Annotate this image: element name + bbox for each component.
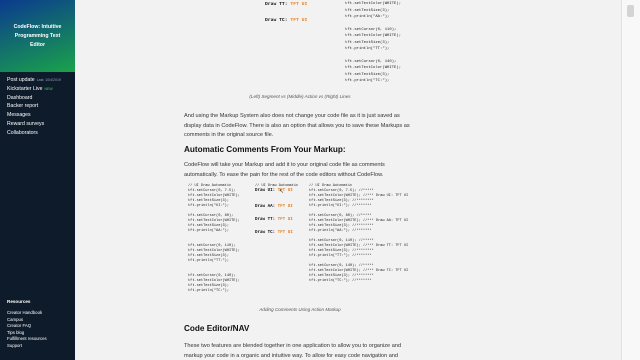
nav-messages[interactable]: Messages [7, 111, 73, 120]
draw-label: UI: [267, 189, 276, 193]
code-line: tft.println("TC:"); [345, 79, 390, 84]
draw-tc: Draw TC: TFT UI [265, 18, 307, 23]
code-line: tft.println("TC:"); [188, 289, 229, 293]
nav-kickstarter-live[interactable]: Kickstarter Live NEW [7, 85, 73, 94]
cursor-icon: ↖ [279, 189, 285, 195]
mid-draw-ui: Draw UI: TFT UI [255, 189, 293, 193]
nav-post-update-label: Post update [7, 77, 35, 83]
draw-label: AA: [267, 205, 276, 209]
code-line: tft.setTextColor(WHITE); [345, 66, 402, 71]
paragraph-codeflow-comments: CodeFlow will take your Markup and add i… [184, 162, 385, 178]
resource-campus[interactable]: Campus [7, 317, 73, 324]
page-scrollbar[interactable] [621, 0, 640, 360]
draw-cmd: Draw [265, 18, 277, 23]
paragraph-markup: And using the Markup System also does no… [184, 113, 410, 139]
comments-figure-caption: Adding Comments Using Action Markup [259, 307, 341, 312]
top-code-block: tft.setCursor(0, 80);tft.setTextColor(WH… [345, 0, 401, 85]
draw-value: TFT UI [277, 205, 293, 209]
draw-label: TT: [267, 218, 276, 222]
sidebar: CodeFlow: Intuitive Programming Text Edi… [0, 0, 75, 360]
draw-value: TFT UI [277, 218, 293, 222]
project-title: CodeFlow: Intuitive Programming Text Edi… [13, 23, 62, 48]
resources-section: Resources Creator Handbook Campus Creato… [7, 299, 73, 350]
draw-label: TC: [267, 231, 276, 235]
nav-backer-report[interactable]: Backer report [7, 102, 73, 111]
draw-cmd: Draw [255, 231, 266, 235]
resource-support[interactable]: Support [7, 343, 73, 350]
draw-value: TFT UI [277, 231, 293, 235]
mid-draw-tc: Draw TC: TFT UI [255, 231, 293, 235]
draw-value: TFT UI [290, 2, 308, 7]
main-content: Draw TT: TFT UI Draw TC: TFT UI tft.setC… [75, 0, 621, 360]
draw-cmd: Draw [255, 189, 266, 193]
resource-tips-blog[interactable]: Tips blog [7, 330, 73, 337]
mid-draw-tt: Draw TT: TFT UI [255, 218, 293, 222]
sidebar-nav: Post update Last: 10/4/2019 Kickstarter L… [7, 76, 73, 138]
draw-tt: Draw TT: TFT UI [265, 2, 307, 7]
nav-post-update[interactable]: Post update Last: 10/4/2019 [7, 76, 73, 85]
draw-label: TC: [279, 18, 288, 23]
code-line: tft.println("TC:"); //******* [309, 279, 372, 283]
draw-value: TFT UI [290, 18, 308, 23]
code-line: tft.setTextColor(WHITE); [345, 34, 402, 39]
nav-collaborators[interactable]: Collaborators [7, 129, 73, 138]
draw-cmd: Draw [265, 2, 277, 7]
draw-cmd: Draw [255, 218, 266, 222]
nav-dashboard[interactable]: Dashboard [7, 94, 73, 103]
heading-code-editor-nav: Code Editor/NAV [184, 324, 250, 333]
resource-fulfillment[interactable]: Fulfillment resources [7, 336, 73, 343]
comments-mid: // UI Draw Automatic Draw UI: TFT UI Dra… [255, 184, 298, 235]
comments-right-code: // UI Draw Automatic tft.setCursor(0, 7.5… [309, 184, 408, 284]
comments-left-code: // UI Draw Automatic tft.setCursor(0, 7.5… [188, 184, 240, 294]
nav-reward-surveys[interactable]: Reward surveys [7, 120, 73, 129]
resource-creator-faq[interactable]: Creator FAQ [7, 323, 73, 330]
project-tile[interactable]: CodeFlow: Intuitive Programming Text Edi… [0, 0, 75, 72]
paragraph-code-editor: These two features are blended together … [184, 343, 402, 359]
nav-kickstarter-live-label: Kickstarter Live [7, 85, 43, 92]
mid-draw-aa: Draw AA: TFT UI [255, 205, 293, 209]
resources-heading: Resources [7, 299, 31, 304]
heading-automatic-comments: Automatic Comments From Your Markup: [184, 145, 346, 154]
nav-post-update-meta: Last: 10/4/2019 [36, 78, 61, 82]
draw-label: TT: [279, 2, 288, 7]
resource-creator-handbook[interactable]: Creator Handbook [7, 310, 73, 317]
draw-cmd: Draw [255, 205, 266, 209]
scrollbar-thumb[interactable] [627, 5, 634, 17]
new-badge: NEW [44, 86, 53, 91]
code-line: tft.setTextColor(WHITE); [345, 2, 402, 7]
top-figure-caption: (Left) Segment vs (Middle) Action vs (Ri… [249, 94, 351, 99]
